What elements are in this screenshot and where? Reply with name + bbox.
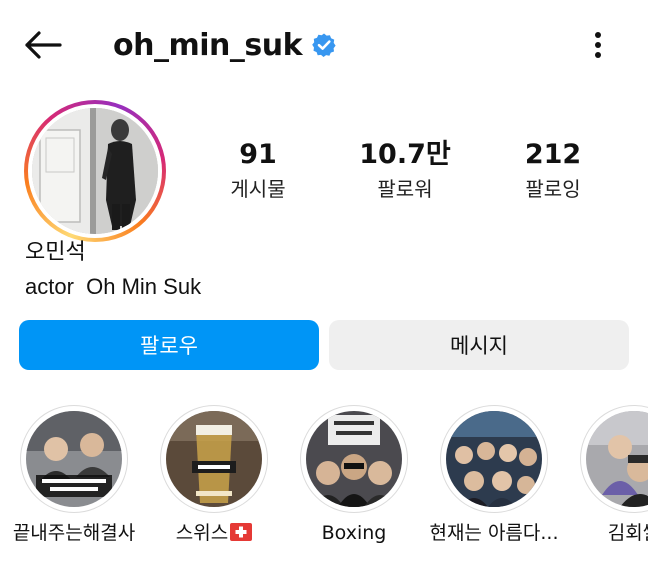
followers-count-value: 10.7만	[359, 139, 451, 170]
posts-count-label: 게시물	[230, 177, 286, 201]
posts-count-value: 91	[239, 139, 277, 170]
display-name: 오민석	[25, 240, 86, 265]
username: oh_min_suk	[113, 27, 303, 63]
profile-avatar-story-ring[interactable]	[24, 100, 166, 242]
highlight-item[interactable]: 현재는 아름다...	[422, 400, 572, 550]
more-options-button[interactable]	[578, 24, 618, 66]
highlight-cover-image	[26, 411, 122, 507]
bio-text: actor Oh Min Suk	[25, 274, 202, 299]
highlight-item[interactable]: 김회쌀	[562, 400, 648, 550]
story-highlights-row: 끝내주는해결사 스위스 Boxing 현재는 아름다... 김회	[0, 400, 648, 579]
message-button[interactable]: 메시지	[329, 320, 629, 370]
top-bar: oh_min_suk	[0, 0, 648, 90]
avatar	[32, 108, 158, 234]
followers-count-label: 팔로워	[377, 177, 433, 201]
highlight-cover-image	[166, 411, 262, 507]
swiss-flag-icon	[230, 522, 253, 541]
highlight-cover-image	[306, 411, 402, 507]
followers-count[interactable]: 10.7만 팔로워	[345, 138, 465, 206]
following-count-value: 212	[524, 139, 582, 170]
following-count-label: 팔로잉	[525, 177, 581, 201]
more-vertical-icon	[595, 32, 601, 58]
highlight-item[interactable]: 끝내주는해결사	[2, 400, 152, 550]
profile-username-header: oh_min_suk	[113, 22, 337, 68]
arrow-left-icon	[25, 31, 62, 59]
following-count[interactable]: 212 팔로잉	[493, 138, 613, 206]
verified-badge-icon	[311, 32, 337, 58]
highlight-item[interactable]: Boxing	[282, 400, 432, 550]
posts-count[interactable]: 91 게시물	[198, 138, 318, 206]
highlight-cover-image	[446, 411, 542, 507]
highlight-item[interactable]: 스위스	[142, 400, 292, 550]
back-button[interactable]	[20, 24, 66, 66]
highlight-cover-image	[586, 411, 648, 507]
follow-button[interactable]: 팔로우	[19, 320, 319, 370]
highlight-label: 김회쌀	[607, 522, 648, 544]
